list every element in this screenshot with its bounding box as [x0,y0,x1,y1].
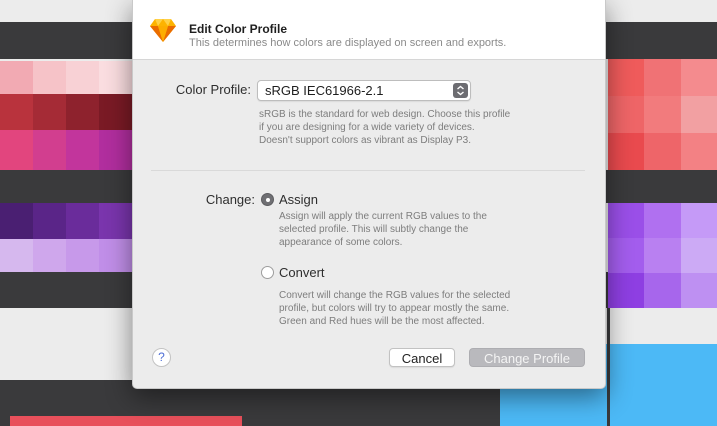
color-swatch [608,96,645,133]
swatch-block-purple [608,203,717,308]
swatch-row-purple [0,203,132,239]
swatch-row-red [0,94,132,130]
diamond-app-icon [150,19,176,42]
color-swatch [644,203,681,238]
color-swatch [0,94,33,130]
color-swatch [33,203,66,239]
up-down-stepper-icon[interactable] [453,83,468,98]
change-label: Change: [205,192,255,207]
color-swatch [66,94,99,130]
color-swatch [0,61,33,94]
color-swatch [608,273,645,308]
color-swatch [680,96,717,133]
assign-description: Assign will apply the current RGB values… [279,211,487,248]
convert-radio[interactable] [261,266,274,279]
swatch-block-red-bottom [10,416,242,426]
color-swatch [680,133,717,170]
color-swatch [66,61,99,94]
color-swatch [33,61,66,94]
color-profile-label: Color Profile: [175,82,251,97]
swatch-row-lavender [0,239,132,272]
dialog-header: Edit Color Profile This determines how c… [133,0,605,60]
assign-label[interactable]: Assign [279,192,318,207]
color-swatch [0,239,33,272]
cancel-button[interactable]: Cancel [389,348,455,367]
color-swatch [99,94,132,130]
color-swatch [644,238,681,273]
color-swatch [644,59,681,96]
color-swatch [99,61,132,94]
color-swatch [644,96,681,133]
color-swatch [66,239,99,272]
swatch-block-red [608,59,717,170]
assign-radio[interactable] [261,193,274,206]
color-swatch [99,130,132,170]
color-swatch [99,239,132,272]
change-profile-button[interactable]: Change Profile [469,348,585,367]
color-swatch [608,133,645,170]
color-profile-select[interactable]: sRGB IEC61966-2.1 [257,80,471,101]
convert-label[interactable]: Convert [279,265,325,280]
color-swatch [33,94,66,130]
color-swatch [680,59,717,96]
color-profile-description: sRGB is the standard for web design. Cho… [259,109,511,146]
edit-color-profile-dialog: Edit Color Profile This determines how c… [132,0,606,389]
color-swatch [680,273,717,308]
color-swatch [33,239,66,272]
color-swatch [644,133,681,170]
color-swatch [66,203,99,239]
color-profile-value: sRGB IEC61966-2.1 [265,83,384,98]
section-divider [151,170,585,171]
color-swatch [680,238,717,273]
canvas-divider [607,308,610,426]
dialog-title: Edit Color Profile [189,22,288,36]
color-swatch [608,203,645,238]
color-swatch [644,273,681,308]
convert-description: Convert will change the RGB values for t… [279,290,511,327]
color-swatch [608,238,645,273]
color-swatch [608,59,645,96]
color-swatch [0,130,33,170]
help-button[interactable]: ? [152,348,171,367]
swatch-row-pink [0,61,132,94]
color-swatch [0,203,33,239]
dialog-subtitle: This determines how colors are displayed… [189,37,507,49]
color-swatch [680,203,717,238]
swatch-row-magenta [0,130,132,170]
color-swatch [66,130,99,170]
color-swatch [33,130,66,170]
color-swatch [99,203,132,239]
